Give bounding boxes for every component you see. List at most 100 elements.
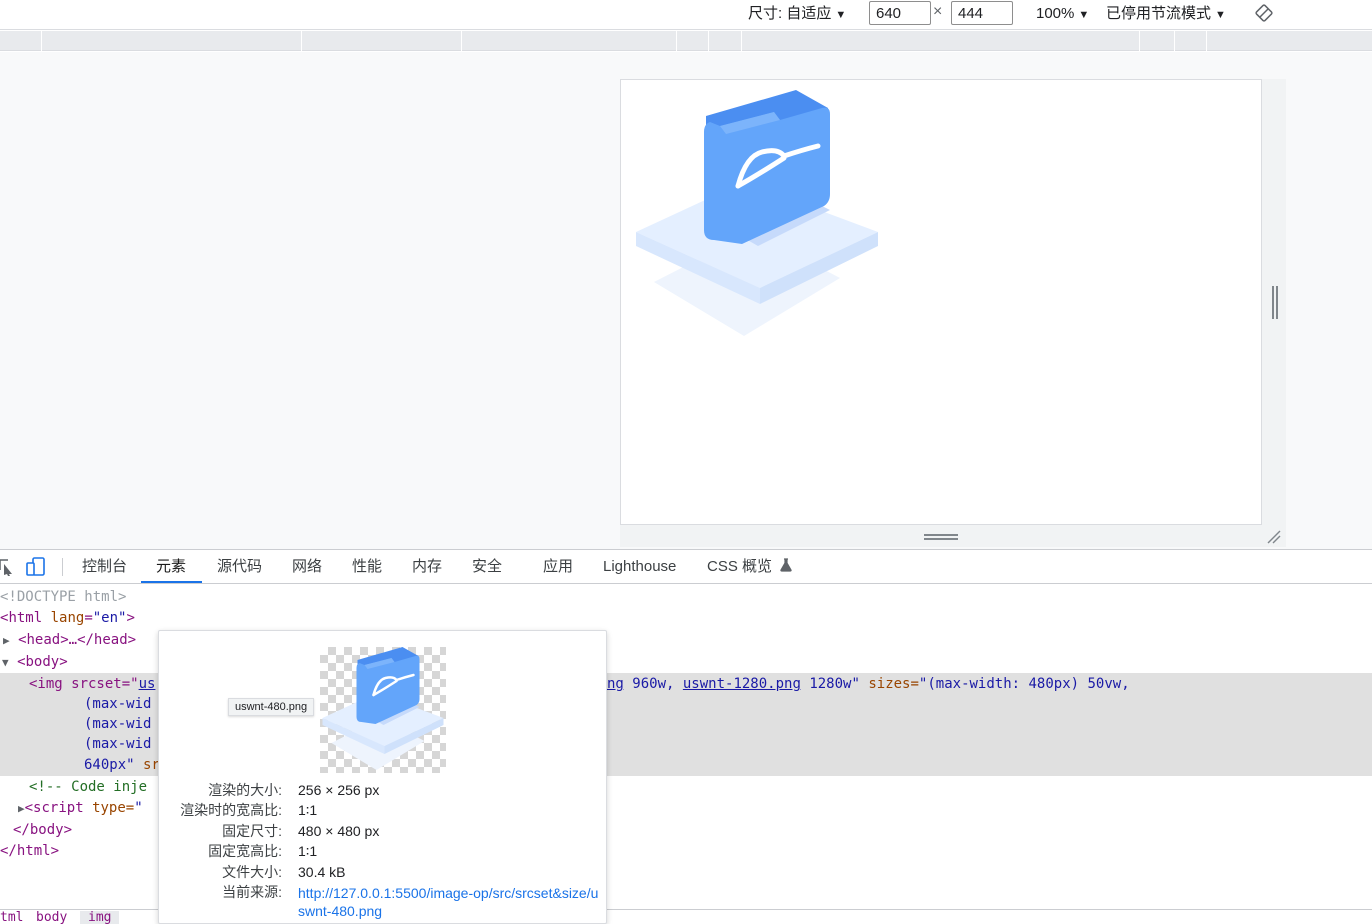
srcset-link-1[interactable]: us <box>139 676 156 692</box>
head-node[interactable]: ▶ <head>…</head> <box>3 630 136 651</box>
popup-row-file-size: 文件大小: 30.4 kB <box>159 862 608 882</box>
popup-row-key: 固定尺寸: <box>222 823 282 839</box>
tab-lighthouse[interactable]: Lighthouse <box>603 550 676 584</box>
doctype-text: <!DOCTYPE html> <box>0 589 127 605</box>
body-close-node[interactable]: </body> <box>13 820 72 841</box>
collapse-triangle-icon[interactable]: ▼ <box>2 656 9 669</box>
caret-down-icon: ▼ <box>835 9 847 21</box>
ruler-tick <box>1206 31 1207 51</box>
html-close-node[interactable]: </html> <box>0 841 59 862</box>
img-open-tag: <img srcset=" <box>29 676 139 692</box>
throttle-label: 已停用节流模式 <box>1106 5 1212 22</box>
image-filename-tooltip: uswnt-480.png <box>228 698 315 716</box>
script-type-attr: type= <box>83 800 135 816</box>
devtools-window: 尺寸: 自适应▼ × 100%▼ 已停用节流模式▼ <box>0 0 1372 924</box>
times-sign: × <box>933 3 943 20</box>
breadcrumb-html[interactable]: tml <box>0 911 23 924</box>
img-node-line-3: (max-wid <box>84 716 152 732</box>
current-source-link[interactable]: http://127.0.0.1:5500/image-op/src/srcse… <box>298 884 600 920</box>
device-toolbar: 尺寸: 自适应▼ × 100%▼ 已停用节流模式▼ <box>0 0 1372 30</box>
caret-down-icon: ▼ <box>1078 9 1090 21</box>
width-input[interactable] <box>869 1 931 25</box>
tab-elements[interactable]: 元素 <box>156 550 186 584</box>
ruler-tick <box>708 31 709 51</box>
viewport-resize-bottom-handle[interactable] <box>620 525 1262 547</box>
img-line5-attr: sr <box>134 757 160 773</box>
script-type-value: " <box>134 800 143 816</box>
popup-row-value: 1∶1 <box>298 843 318 859</box>
active-tab-indicator <box>141 581 202 583</box>
caret-down-icon: ▼ <box>1215 9 1226 21</box>
resize-corner-icon <box>1267 530 1281 544</box>
srcset-1280w: 1280w" <box>800 676 860 692</box>
img-line5-value: 640px" <box>84 757 135 773</box>
sizes-attr: sizes= <box>859 676 919 692</box>
tab-performance[interactable]: 性能 <box>352 550 382 584</box>
ruler-tick <box>301 31 302 51</box>
popup-row-intrinsic-size: 固定尺寸: 480 × 480 px <box>159 821 608 841</box>
image-preview-popup: uswnt-480.png 渲染的大小: 256 × 256 px 渲染时的宽高… <box>158 630 607 924</box>
ruler-tick <box>41 31 42 51</box>
img-node-line-4: (max-wid <box>84 736 152 752</box>
folder-illustration-image <box>636 90 878 336</box>
tab-security[interactable]: 安全 <box>472 550 502 584</box>
resize-grip-icon <box>924 534 958 540</box>
inspect-icon[interactable] <box>0 558 14 576</box>
viewport-resize-right-handle[interactable] <box>1262 79 1286 525</box>
folder-illustration-thumbnail <box>322 647 444 770</box>
tab-sources[interactable]: 源代码 <box>217 550 262 584</box>
popup-row-value: 1∶1 <box>298 802 318 818</box>
tab-network[interactable]: 网络 <box>292 550 322 584</box>
img-node-line-1[interactable]: <img srcset="us <box>29 674 155 695</box>
popup-row-key: 文件大小: <box>222 864 282 880</box>
throttle-dropdown[interactable]: 已停用节流模式 ▼ <box>1106 4 1226 24</box>
popup-row-rendered-aspect: 渲染时的宽高比: 1∶1 <box>159 800 608 820</box>
comment-node[interactable]: <!-- Code inje <box>29 777 147 798</box>
expand-triangle-icon[interactable]: ▶ <box>3 634 10 647</box>
srcset-link-1280[interactable]: uswnt-1280.png <box>683 676 801 692</box>
tab-console[interactable]: 控制台 <box>82 550 127 584</box>
doctype-node[interactable]: <!DOCTYPE html> <box>0 587 126 608</box>
image-preview-thumbnail <box>320 647 446 773</box>
tab-separator <box>62 558 63 576</box>
popup-row-intrinsic-aspect: 固定宽高比: 1∶1 <box>159 841 608 861</box>
popup-row-key: 固定宽高比: <box>208 843 282 859</box>
img-node-line-1-tail[interactable]: ng 960w, uswnt-1280.png 1280w" sizes="(m… <box>607 674 1130 695</box>
ruler-tick <box>1174 31 1175 51</box>
zoom-dropdown[interactable]: 100% ▼ <box>1036 4 1089 24</box>
body-node[interactable]: ▼ <body> <box>2 652 68 673</box>
tab-css-overview-label: CSS 概览 <box>707 558 773 575</box>
breadcrumb-img[interactable]: img <box>80 911 120 924</box>
tab-application[interactable]: 应用 <box>543 550 573 584</box>
ruler-tick <box>741 31 742 51</box>
srcset-link-2-tail[interactable]: ng <box>607 676 624 692</box>
script-node[interactable]: ▶<script type=" <box>18 798 143 819</box>
device-toggle-icon[interactable] <box>26 557 46 577</box>
expand-triangle-icon[interactable]: ▶ <box>18 802 25 815</box>
flask-icon <box>780 558 792 572</box>
ruler-tick <box>676 31 677 51</box>
ruler-tick <box>1139 31 1140 51</box>
body-open-tag: <body> <box>17 654 68 670</box>
tab-memory[interactable]: 内存 <box>412 550 442 584</box>
img-node-line-2: (max-wid <box>84 696 152 712</box>
popup-row-value: 30.4 kB <box>298 864 346 880</box>
media-query-ruler[interactable] <box>0 31 1372 51</box>
sizes-value: "(max-width: 480px) 50vw, <box>918 676 1130 692</box>
zoom-label: 100% <box>1036 5 1075 22</box>
height-input[interactable] <box>951 1 1013 25</box>
popup-row-key: 渲染时的宽高比: <box>180 802 282 818</box>
popup-row-key: 当前来源: <box>222 884 282 900</box>
devtools-tabbar: 控制台 元素 源代码 网络 性能 内存 安全 应用 Lighthouse CSS… <box>0 549 1372 584</box>
html-node[interactable]: <html lang="en"> <box>0 608 135 629</box>
popup-row-value: 480 × 480 px <box>298 823 380 839</box>
dimensions-dropdown[interactable]: 尺寸: 自适应 ▼ <box>748 4 846 24</box>
html-tag-name: html <box>8 610 43 626</box>
dimensions-label: 尺寸: 自适应 <box>748 5 832 22</box>
rotate-icon[interactable] <box>1254 3 1274 23</box>
viewport-resize-corner-handle[interactable] <box>1262 525 1286 547</box>
resize-grip-icon <box>1272 286 1278 319</box>
tab-css-overview[interactable]: CSS 概览 <box>707 550 792 584</box>
breadcrumb-body[interactable]: body <box>36 911 67 924</box>
srcset-960w: 960w, <box>623 676 683 692</box>
